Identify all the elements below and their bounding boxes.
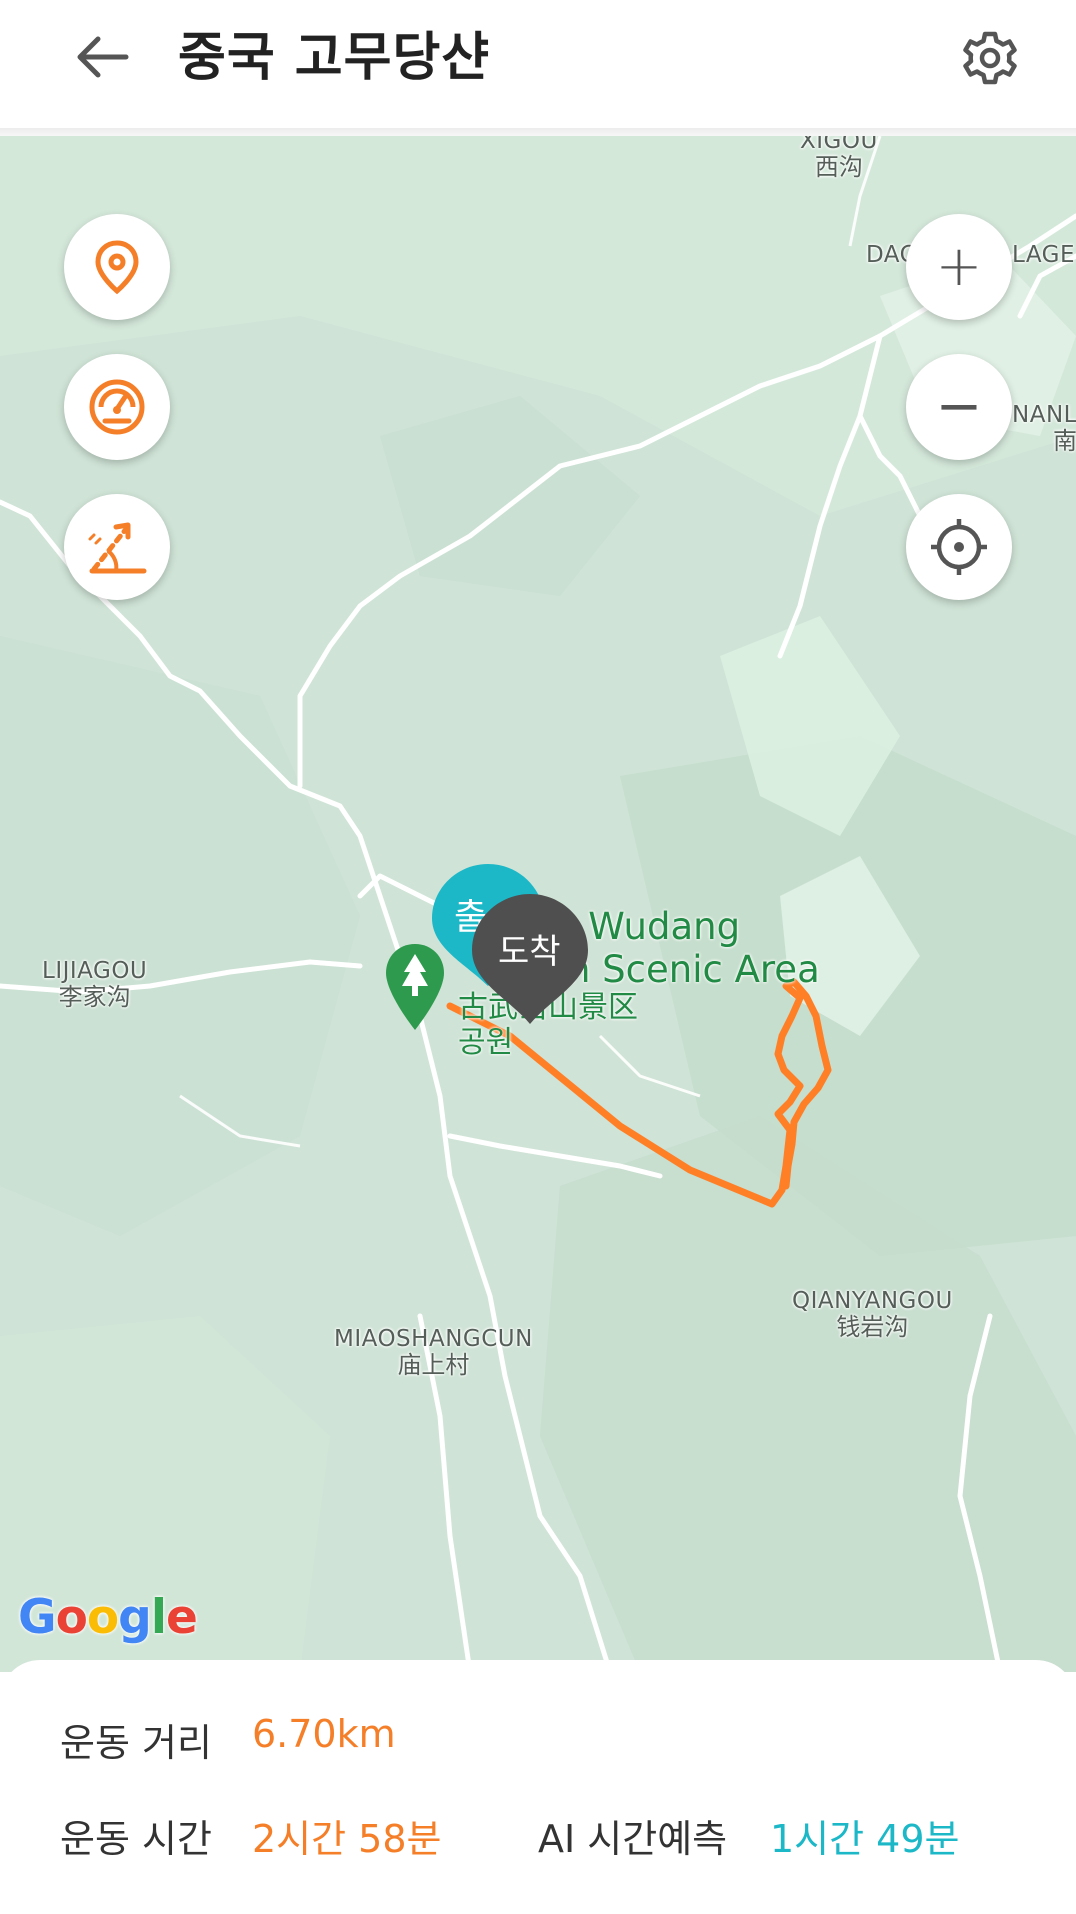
stats-panel: 운동 거리 6.70km 운동 시간 2시간 58분 AI 시간예측 1시간 4… bbox=[0, 1660, 1076, 1914]
zoom-in-label: + bbox=[935, 234, 983, 299]
header-divider bbox=[0, 128, 1076, 136]
top-app-bar: 중국 고무당샨 bbox=[0, 0, 1076, 128]
crosshair-icon bbox=[931, 519, 987, 575]
page-title: 중국 고무당샨 bbox=[178, 28, 491, 88]
back-arrow-icon bbox=[77, 36, 129, 78]
map-label-miaoshangcun: MIAOSHANGCUN 庙上村 bbox=[334, 1326, 533, 1380]
time-label: 운동 시간 bbox=[60, 1817, 212, 1861]
settings-button[interactable] bbox=[952, 20, 1028, 96]
end-marker[interactable]: 도착 bbox=[470, 892, 590, 1026]
ai-prediction-label: AI 시간예측 bbox=[538, 1817, 728, 1861]
map-view[interactable]: XIGOU 西沟 DAC LAGE NANL 南 LIJIAGOU 李家沟 QI… bbox=[0, 136, 1076, 1672]
zoom-out-button[interactable]: − bbox=[906, 354, 1012, 460]
map-label-qianyangou: QIANYANGOU 钱岩沟 bbox=[792, 1288, 953, 1342]
location-pin-icon bbox=[95, 240, 139, 295]
gear-icon bbox=[963, 31, 1017, 85]
app-root: 중국 고무당샨 XIGOU 西沟 DAC LAGE NANL 南 LIJIAGO… bbox=[0, 0, 1076, 1914]
location-pin-button[interactable] bbox=[64, 214, 170, 320]
map-label-xigou: XIGOU 西沟 bbox=[800, 136, 878, 182]
speedometer-icon bbox=[89, 379, 145, 435]
ai-prediction-value: 1시간 49분 bbox=[770, 1817, 960, 1861]
back-button[interactable] bbox=[62, 24, 142, 90]
map-label-lage: LAGE bbox=[1012, 242, 1076, 268]
google-attribution: Google bbox=[18, 1590, 198, 1645]
end-marker-label: 도착 bbox=[498, 932, 561, 972]
my-location-button[interactable] bbox=[906, 494, 1012, 600]
elevation-button[interactable] bbox=[64, 494, 170, 600]
zoom-out-label: − bbox=[935, 374, 983, 439]
time-value: 2시간 58분 bbox=[252, 1817, 442, 1861]
speedometer-button[interactable] bbox=[64, 354, 170, 460]
map-label-nanl: NANL 南 bbox=[1012, 402, 1076, 456]
distance-label: 운동 거리 bbox=[60, 1721, 212, 1765]
distance-value: 6.70km bbox=[252, 1712, 396, 1756]
map-label-lijiagou: LIJIAGOU 李家沟 bbox=[42, 958, 148, 1012]
elevation-icon bbox=[88, 522, 147, 574]
zoom-in-button[interactable]: + bbox=[906, 214, 1012, 320]
